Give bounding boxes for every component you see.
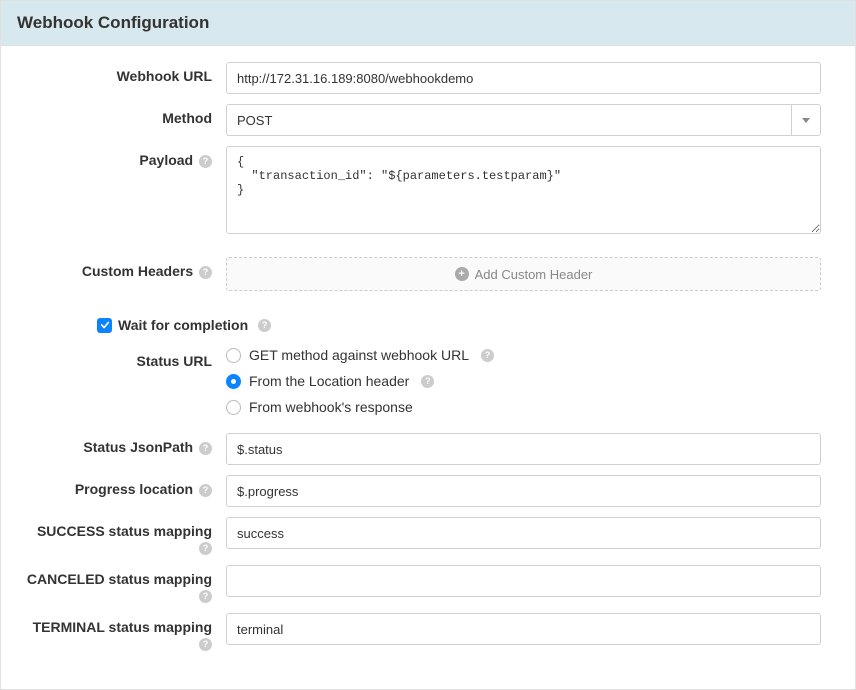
row-terminal-mapping: TERMINAL status mapping ? xyxy=(21,613,821,651)
label-progress-location: Progress location ? xyxy=(21,475,226,497)
payload-textarea[interactable]: { "transaction_id": "${parameters.testpa… xyxy=(226,146,821,234)
row-success-mapping: SUCCESS status mapping ? xyxy=(21,517,821,555)
canceled-mapping-input[interactable] xyxy=(226,565,821,597)
radio-location-header-label: From the Location header xyxy=(249,373,409,389)
radio-circle xyxy=(226,374,241,389)
method-select-arrow[interactable] xyxy=(791,104,821,136)
label-success-mapping-text: SUCCESS status mapping xyxy=(37,523,212,539)
panel-body: Webhook URL Method POST Payload ? xyxy=(1,46,855,689)
add-custom-header-label: Add Custom Header xyxy=(475,267,593,282)
help-icon[interactable]: ? xyxy=(199,155,212,168)
row-webhook-url: Webhook URL xyxy=(21,62,821,94)
wait-completion-checkbox[interactable] xyxy=(97,318,112,333)
webhook-config-panel: Webhook Configuration Webhook URL Method… xyxy=(0,0,856,690)
label-status-jsonpath-text: Status JsonPath xyxy=(83,439,193,455)
label-canceled-mapping: CANCELED status mapping ? xyxy=(21,565,226,603)
label-terminal-mapping-text: TERMINAL status mapping xyxy=(33,619,212,635)
row-wait-completion: Wait for completion ? xyxy=(97,317,821,333)
row-status-url: Status URL GET method against webhook UR… xyxy=(21,347,821,415)
label-success-mapping: SUCCESS status mapping ? xyxy=(21,517,226,555)
label-payload-text: Payload xyxy=(139,152,193,168)
label-webhook-url: Webhook URL xyxy=(21,62,226,84)
plus-circle-icon: + xyxy=(455,267,469,281)
help-icon[interactable]: ? xyxy=(199,484,212,497)
webhook-url-input[interactable] xyxy=(226,62,821,94)
row-payload: Payload ? { "transaction_id": "${paramet… xyxy=(21,146,821,239)
label-canceled-mapping-text: CANCELED status mapping xyxy=(27,571,212,587)
method-select[interactable]: POST xyxy=(226,104,821,136)
status-url-radio-group: GET method against webhook URL ? From th… xyxy=(226,347,821,415)
label-status-url: Status URL xyxy=(21,347,226,369)
radio-circle xyxy=(226,348,241,363)
help-icon[interactable]: ? xyxy=(199,638,212,651)
help-icon[interactable]: ? xyxy=(258,319,271,332)
help-icon[interactable]: ? xyxy=(421,375,434,388)
radio-circle xyxy=(226,400,241,415)
label-custom-headers-text: Custom Headers xyxy=(82,263,193,279)
row-status-jsonpath: Status JsonPath ? xyxy=(21,433,821,465)
help-icon[interactable]: ? xyxy=(199,590,212,603)
label-method: Method xyxy=(21,104,226,126)
success-mapping-input[interactable] xyxy=(226,517,821,549)
row-method: Method POST xyxy=(21,104,821,136)
row-custom-headers: Custom Headers ? + Add Custom Header xyxy=(21,257,821,291)
radio-get-method-label: GET method against webhook URL xyxy=(249,347,469,363)
progress-location-input[interactable] xyxy=(226,475,821,507)
radio-webhook-response[interactable]: From webhook's response xyxy=(226,399,821,415)
row-progress-location: Progress location ? xyxy=(21,475,821,507)
method-select-value: POST xyxy=(226,104,791,136)
label-terminal-mapping: TERMINAL status mapping ? xyxy=(21,613,226,651)
help-icon[interactable]: ? xyxy=(199,442,212,455)
panel-title: Webhook Configuration xyxy=(1,1,855,46)
help-icon[interactable]: ? xyxy=(481,349,494,362)
status-jsonpath-input[interactable] xyxy=(226,433,821,465)
radio-webhook-response-label: From webhook's response xyxy=(249,399,413,415)
wait-completion-label: Wait for completion xyxy=(118,317,248,333)
caret-down-icon xyxy=(802,118,810,123)
label-status-jsonpath: Status JsonPath ? xyxy=(21,433,226,455)
help-icon[interactable]: ? xyxy=(199,266,212,279)
terminal-mapping-input[interactable] xyxy=(226,613,821,645)
add-custom-header-button[interactable]: + Add Custom Header xyxy=(226,257,821,291)
label-custom-headers: Custom Headers ? xyxy=(21,257,226,279)
help-icon[interactable]: ? xyxy=(199,542,212,555)
check-icon xyxy=(100,320,110,330)
row-canceled-mapping: CANCELED status mapping ? xyxy=(21,565,821,603)
radio-location-header[interactable]: From the Location header ? xyxy=(226,373,821,389)
radio-get-method[interactable]: GET method against webhook URL ? xyxy=(226,347,821,363)
label-progress-location-text: Progress location xyxy=(75,481,193,497)
label-payload: Payload ? xyxy=(21,146,226,168)
